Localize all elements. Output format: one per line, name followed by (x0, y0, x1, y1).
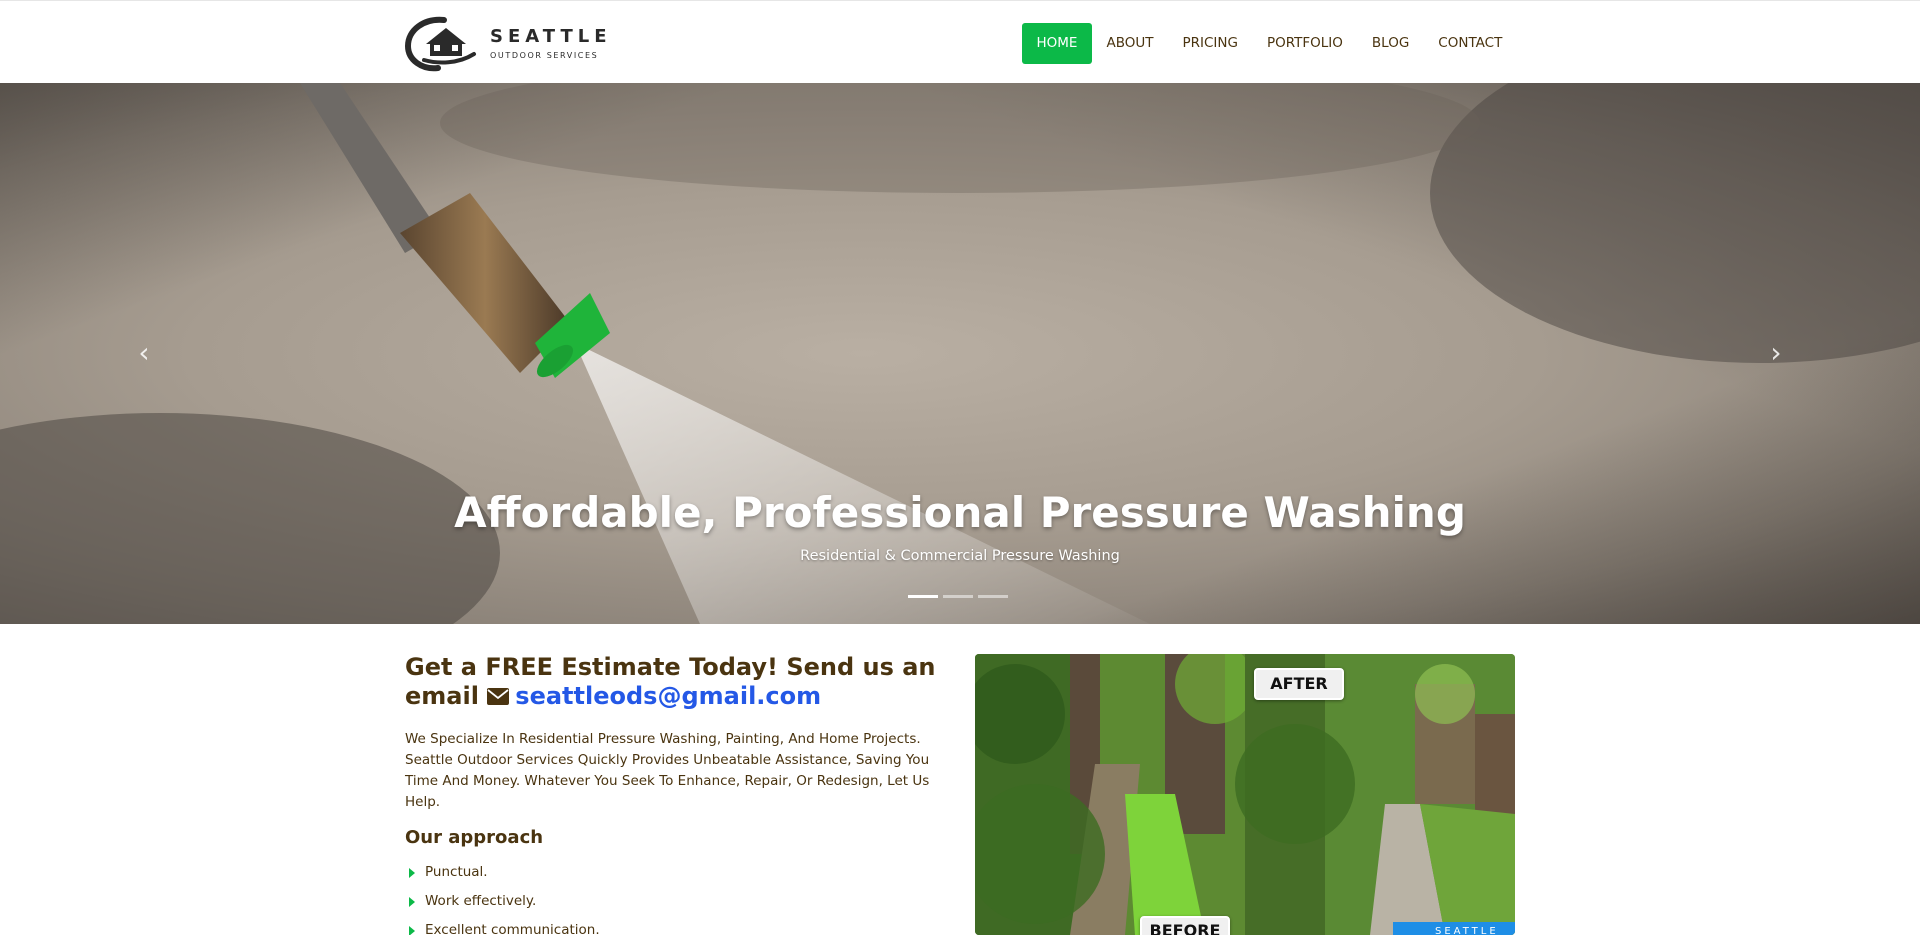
after-label: AFTER (1254, 668, 1344, 700)
nav-pricing[interactable]: PRICING (1168, 23, 1252, 64)
carousel-indicator-2[interactable] (943, 595, 973, 598)
carousel-indicators (908, 595, 1008, 598)
nav-portfolio[interactable]: PORTFOLIO (1252, 23, 1357, 64)
house-logo-icon (404, 16, 476, 72)
hero-subtitle: Residential & Commercial Pressure Washin… (800, 548, 1120, 564)
intro-section: Get a FREE Estimate Today! Send us an em… (405, 653, 945, 935)
carousel-indicator-1[interactable] (908, 595, 938, 598)
estimate-heading: Get a FREE Estimate Today! Send us an em… (405, 653, 945, 711)
nav-home[interactable]: HOME (1022, 23, 1092, 64)
garden-path-photo (975, 654, 1515, 935)
hero-carousel: ‹ › Affordable, Professional Pressure Wa… (0, 83, 1920, 624)
list-item: Excellent communication. (405, 916, 945, 935)
approach-item-label: Work effectively. (425, 893, 537, 909)
approach-item-label: Excellent communication. (425, 922, 600, 935)
before-after-image: AFTER BEFORE SEATTLE (975, 654, 1515, 935)
nav-about[interactable]: ABOUT (1092, 23, 1168, 64)
site-header: SEATTLE OUTDOOR SERVICES HOME ABOUT PRIC… (0, 0, 1920, 83)
about-paragraph: We Specialize In Residential Pressure Wa… (405, 731, 930, 810)
watermark-logo: SEATTLE (1393, 922, 1515, 935)
pressure-washer-image (0, 83, 1920, 624)
carousel-next-button[interactable]: › (1762, 339, 1790, 367)
list-item: Work effectively. (405, 887, 945, 916)
before-label: BEFORE (1140, 916, 1230, 935)
chevron-right-icon: › (1770, 336, 1782, 369)
approach-title: Our approach (405, 827, 544, 848)
brand-title: SEATTLE (490, 26, 612, 47)
site-logo[interactable]: SEATTLE OUTDOOR SERVICES (404, 14, 614, 72)
caret-right-icon (409, 868, 415, 878)
list-item: Punctual. (405, 858, 945, 887)
caret-right-icon (409, 897, 415, 907)
hero-title: Affordable, Professional Pressure Washin… (454, 488, 1466, 537)
brand-subtitle: OUTDOOR SERVICES (490, 51, 599, 60)
nav-blog[interactable]: BLOG (1357, 23, 1423, 64)
carousel-indicator-3[interactable] (978, 595, 1008, 598)
approach-list: Punctual. Work effectively. Excellent co… (405, 858, 945, 935)
main-nav: HOME ABOUT PRICING PORTFOLIO BLOG CONTAC… (1022, 23, 1517, 64)
approach-item-label: Punctual. (425, 864, 488, 880)
email-link[interactable]: seattleods@gmail.com (515, 682, 821, 710)
chevron-left-icon: ‹ (138, 336, 150, 369)
envelope-icon (487, 688, 510, 705)
caret-right-icon (409, 926, 415, 935)
nav-contact[interactable]: CONTACT (1424, 23, 1517, 64)
carousel-prev-button[interactable]: ‹ (130, 339, 158, 367)
